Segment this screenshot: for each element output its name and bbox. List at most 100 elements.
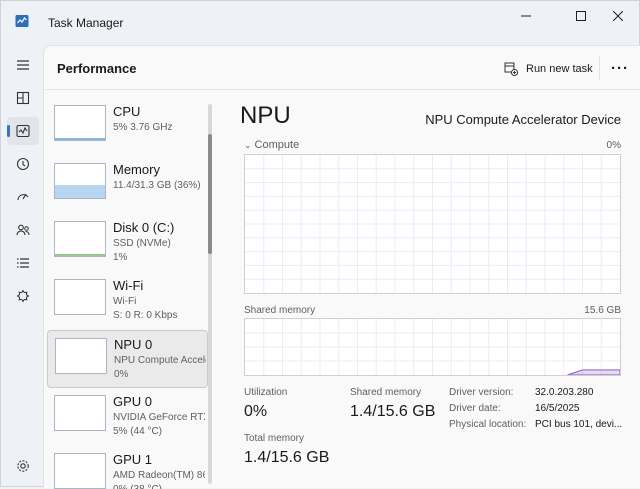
device-item-npu-0[interactable]: NPU 0 NPU Compute Accelerator Device 0% <box>47 330 208 388</box>
settings-icon <box>17 460 29 472</box>
task-manager-window: Task Manager Performance Run new task ··… <box>0 0 640 489</box>
npu-detail-pane: NPU NPU Compute Accelerator Device ⌄ Comp… <box>224 92 640 489</box>
total-memory-label: Total memory <box>244 433 305 444</box>
nav-details[interactable] <box>7 249 39 277</box>
shared-memory-graph-label: Shared memory <box>244 305 316 316</box>
details-icon <box>17 258 29 268</box>
minimize-icon <box>521 15 531 17</box>
run-new-task-icon <box>504 62 518 76</box>
device-item-disk-0-c[interactable]: Disk 0 (C:) SSD (NVMe) 1% <box>47 214 208 272</box>
compute-max-label: 0% <box>606 140 621 151</box>
device-name: Memory <box>113 162 160 177</box>
device-name: CPU <box>113 104 141 119</box>
startup-apps-icon <box>17 193 29 201</box>
detail-device-name: NPU Compute Accelerator Device <box>425 112 621 127</box>
nav-startup-apps[interactable] <box>7 183 39 211</box>
detail-title: NPU <box>240 102 291 129</box>
device-thumbnail-graph <box>54 395 106 431</box>
device-item-wi-fi[interactable]: Wi-Fi Wi-Fi S: 0 R: 0 Kbps <box>47 272 208 330</box>
device-list: CPU 5% 3.76 GHz Memory 11.4/31.3 GB (36%) Di… <box>44 92 214 489</box>
shared-memory-stat-label: Shared memory <box>350 387 422 398</box>
device-subtitle: NPU Compute Accelerator Device <box>114 355 206 366</box>
device-name: Wi-Fi <box>113 278 144 293</box>
device-thumbnail-fill <box>55 138 105 140</box>
run-new-task-button[interactable]: Run new task <box>504 58 593 80</box>
nav-services[interactable] <box>7 282 39 310</box>
nav-settings[interactable] <box>7 452 39 480</box>
device-thumbnail-fill <box>55 185 105 198</box>
device-item-cpu[interactable]: CPU 5% 3.76 GHz <box>47 98 208 156</box>
physical-location-value: PCI bus 101, devi... <box>535 419 623 430</box>
title-bar: Task Manager <box>1 1 640 45</box>
compute-graph-label: ⌄ Compute <box>244 139 299 151</box>
chevron-down-icon: ⌄ <box>244 140 252 150</box>
device-usage: 1% <box>113 252 128 263</box>
scrollbar-thumb[interactable] <box>208 134 212 254</box>
header-divider <box>599 56 600 80</box>
minimize-button[interactable] <box>503 1 549 31</box>
device-name: Disk 0 (C:) <box>113 220 175 235</box>
content-panel: Performance Run new task ··· CPU 5% 3.76 … <box>43 45 640 489</box>
device-name: GPU 1 <box>113 452 153 467</box>
page-header: Performance Run new task ··· <box>44 46 640 90</box>
device-name: GPU 0 <box>113 394 153 409</box>
physical-location-label: Physical location: <box>449 419 527 430</box>
device-item-memory[interactable]: Memory 11.4/31.3 GB (36%) <box>47 156 208 214</box>
device-list-scrollbar[interactable] <box>208 104 212 484</box>
compute-grid <box>245 155 620 293</box>
device-usage: 5% (44 °C) <box>113 426 163 437</box>
shared-memory-graph <box>244 318 621 376</box>
device-thumbnail-graph <box>54 279 106 315</box>
close-button[interactable] <box>595 1 640 31</box>
shared-memory-grid <box>245 319 621 376</box>
device-subtitle: 11.4/31.3 GB (36%) <box>113 180 201 191</box>
close-icon <box>613 11 623 21</box>
users-icon <box>16 224 30 236</box>
utilization-label: Utilization <box>244 387 288 398</box>
performance-icon <box>16 124 30 138</box>
utilization-value: 0% <box>244 403 268 420</box>
task-manager-app-icon <box>15 15 29 27</box>
device-subtitle: Wi-Fi <box>113 296 137 307</box>
shared-memory-max-label: 15.6 GB <box>584 305 621 316</box>
processes-icon <box>16 91 30 105</box>
driver-date-value: 16/5/2025 <box>535 403 580 414</box>
driver-date-label: Driver date: <box>449 403 501 414</box>
device-subtitle: SSD (NVMe) <box>113 238 171 249</box>
app-history-icon <box>16 157 30 171</box>
driver-version-label: Driver version: <box>449 387 514 398</box>
device-thumbnail-graph <box>54 163 106 199</box>
services-icon <box>16 289 30 303</box>
device-usage: 0% <box>114 369 129 380</box>
device-usage: S: 0 R: 0 Kbps <box>113 310 178 321</box>
nav-processes[interactable] <box>7 84 39 112</box>
run-new-task-label: Run new task <box>526 63 593 75</box>
driver-version-value: 32.0.203.280 <box>535 387 594 398</box>
device-subtitle: 5% 3.76 GHz <box>113 122 173 133</box>
device-thumbnail-graph <box>55 338 107 374</box>
device-item-gpu-1[interactable]: GPU 1AMD Radeon(TM) 860M0% (38 °C) <box>47 446 208 489</box>
window-title: Task Manager <box>48 16 124 30</box>
nav-users[interactable] <box>7 216 39 244</box>
device-thumbnail-graph <box>54 105 106 141</box>
page-title: Performance <box>57 61 137 76</box>
active-indicator <box>7 125 10 137</box>
device-thumbnail-graph <box>54 453 106 489</box>
nav-performance[interactable] <box>7 117 39 145</box>
menu-icon <box>17 60 29 70</box>
nav-menu-button[interactable] <box>7 51 39 79</box>
shared-memory-stat-value: 1.4/15.6 GB <box>350 403 436 420</box>
device-thumbnail-graph <box>54 221 106 257</box>
compute-label: Compute <box>254 139 300 151</box>
device-thumbnail-fill <box>55 254 105 256</box>
more-options-button[interactable]: ··· <box>606 56 634 80</box>
nav-app-history[interactable] <box>7 150 39 178</box>
compute-graph <box>244 154 621 294</box>
device-subtitle: AMD Radeon(TM) 860M <box>113 470 205 481</box>
total-memory-value: 1.4/15.6 GB <box>244 449 330 466</box>
device-name: NPU 0 <box>114 337 153 352</box>
shared-memory-usage-area <box>567 369 621 376</box>
device-item-gpu-0[interactable]: GPU 0 NVIDIA GeForce RTX 4090 5% (44 °C) <box>47 388 208 446</box>
device-subtitle: NVIDIA GeForce RTX 4090 <box>113 412 205 423</box>
maximize-icon <box>576 11 586 21</box>
